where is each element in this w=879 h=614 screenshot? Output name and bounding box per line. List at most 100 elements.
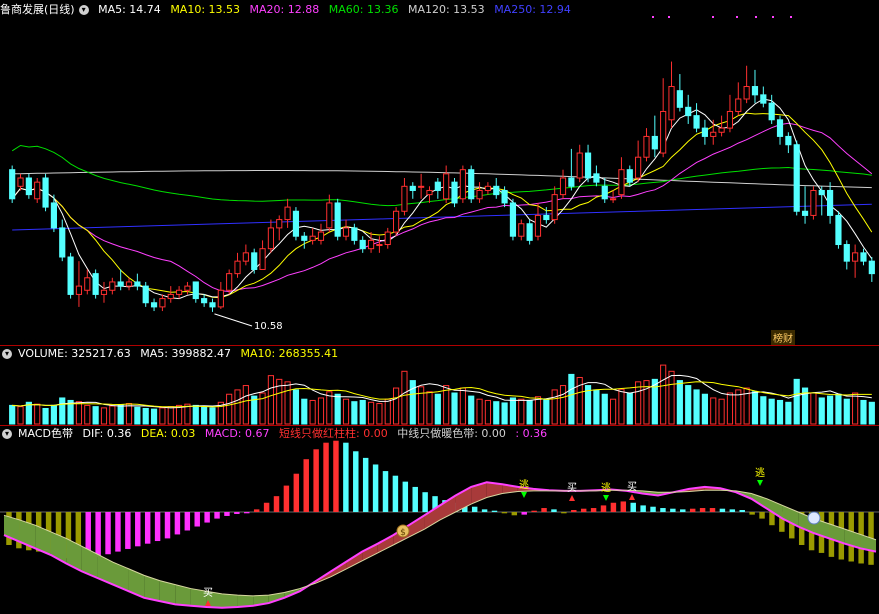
volume-bar: [776, 399, 784, 425]
signal-dot: [772, 16, 774, 18]
buy-signal: 买: [627, 481, 637, 493]
macd-bar: [610, 502, 617, 512]
candle-body: [67, 256, 74, 295]
ma250-label: MA250: 12.94: [494, 3, 571, 16]
macd-bar: [620, 501, 627, 512]
candle-body: [476, 189, 483, 200]
macd-bar: [660, 508, 666, 512]
volume-bar: [401, 370, 408, 425]
escape-signal: 逃: [519, 478, 529, 491]
candle-body: [184, 285, 191, 291]
candle-body: [251, 252, 258, 270]
candle-body: [384, 231, 391, 246]
macd-bar: [392, 475, 399, 512]
volume-bar: [710, 397, 717, 425]
candle-body: [59, 227, 66, 258]
badge[interactable]: 榜财: [771, 330, 795, 345]
macd-bar: [323, 442, 329, 512]
volume-bar: [635, 381, 642, 425]
chevron-down-icon[interactable]: ▾: [2, 349, 12, 359]
volume-bar: [459, 387, 466, 425]
macd-bar: [422, 492, 428, 512]
buy-signal: 买: [567, 482, 577, 494]
volume-bar: [150, 408, 158, 425]
candle-body: [309, 235, 316, 241]
volume-bar: [17, 406, 24, 425]
macd-bar: [501, 512, 508, 514]
signal-dot: [712, 16, 714, 18]
stock-title[interactable]: 鲁商发展(日线): [0, 3, 75, 16]
volume-bar: [426, 391, 433, 425]
volume-bar: [827, 395, 834, 425]
candle-body: [292, 210, 300, 237]
ma5-label: MA5: 14.74: [98, 3, 161, 16]
volume-bar: [751, 391, 759, 425]
macd-bar: [630, 502, 636, 512]
buy-signal: 买: [203, 587, 213, 599]
macd-bar: [303, 459, 309, 512]
macd-band-segment: [144, 575, 160, 602]
macd-bar: [571, 510, 577, 512]
candle-body: [242, 252, 249, 262]
candle-body: [509, 202, 517, 237]
volume-bar: [451, 392, 458, 425]
signal-dot: [652, 16, 654, 18]
volume-bar: [9, 404, 16, 425]
candle-body: [342, 227, 350, 237]
volume-bar: [326, 391, 333, 425]
extra-label: : 0.36: [515, 427, 548, 440]
macd-bar: [144, 512, 151, 544]
macd-bar: [224, 512, 230, 516]
macd-bar: [253, 509, 260, 512]
volume-bar: [476, 398, 483, 425]
macd-bar: [204, 512, 210, 523]
volume-bar: [484, 399, 491, 425]
macd-bar: [125, 512, 131, 549]
macd-panel: 买逃买逃买逃$: [0, 440, 879, 609]
candle-body: [768, 102, 775, 121]
candle-body: [142, 285, 149, 304]
volume-bar: [167, 406, 174, 425]
macd-bar: [95, 512, 101, 557]
macd-bar: [580, 508, 587, 512]
macd-bar: [313, 449, 319, 512]
volume-label: VOLUME: 325217.63: [18, 347, 131, 360]
candle-body: [843, 244, 850, 262]
volume-bar: [384, 398, 391, 425]
candle-body: [568, 177, 575, 187]
macd-bar: [749, 512, 755, 515]
candle-body: [150, 302, 158, 308]
volume-bar: [818, 397, 825, 425]
candle-body: [676, 90, 683, 108]
chevron-down-icon[interactable]: ▾: [78, 5, 89, 15]
escape-signal-arrow: [603, 495, 609, 501]
candle-body: [868, 260, 875, 275]
macd-band-segment: [362, 543, 378, 561]
volume-bar: [701, 393, 708, 425]
volume-bar: [234, 389, 241, 425]
macd-bar: [600, 505, 607, 512]
candle-body: [860, 252, 867, 262]
volume-bar: [610, 398, 617, 425]
macd-bar: [709, 508, 716, 512]
macd-bar: [135, 512, 141, 547]
candle-body: [317, 231, 325, 241]
candle-body: [526, 223, 533, 241]
candle-body: [401, 185, 408, 212]
macd-band-segment: [377, 535, 394, 553]
ma60-line: [11, 144, 872, 207]
candle-body: [459, 169, 466, 200]
buy-signal-arrow: [569, 495, 575, 501]
volume-bar: [376, 403, 383, 425]
candle-body: [584, 152, 592, 179]
price-panel: [9, 16, 875, 327]
volume-bar: [685, 385, 692, 425]
chevron-down-icon[interactable]: ▾: [2, 429, 12, 439]
volume-bar: [351, 401, 358, 425]
candle-body: [593, 173, 600, 183]
candle-body: [693, 115, 700, 129]
candle-body: [635, 156, 642, 179]
min-price-pointer: [214, 313, 253, 327]
ma120-label: MA120: 13.53: [407, 3, 485, 16]
escape-signal: 逃: [601, 481, 611, 494]
